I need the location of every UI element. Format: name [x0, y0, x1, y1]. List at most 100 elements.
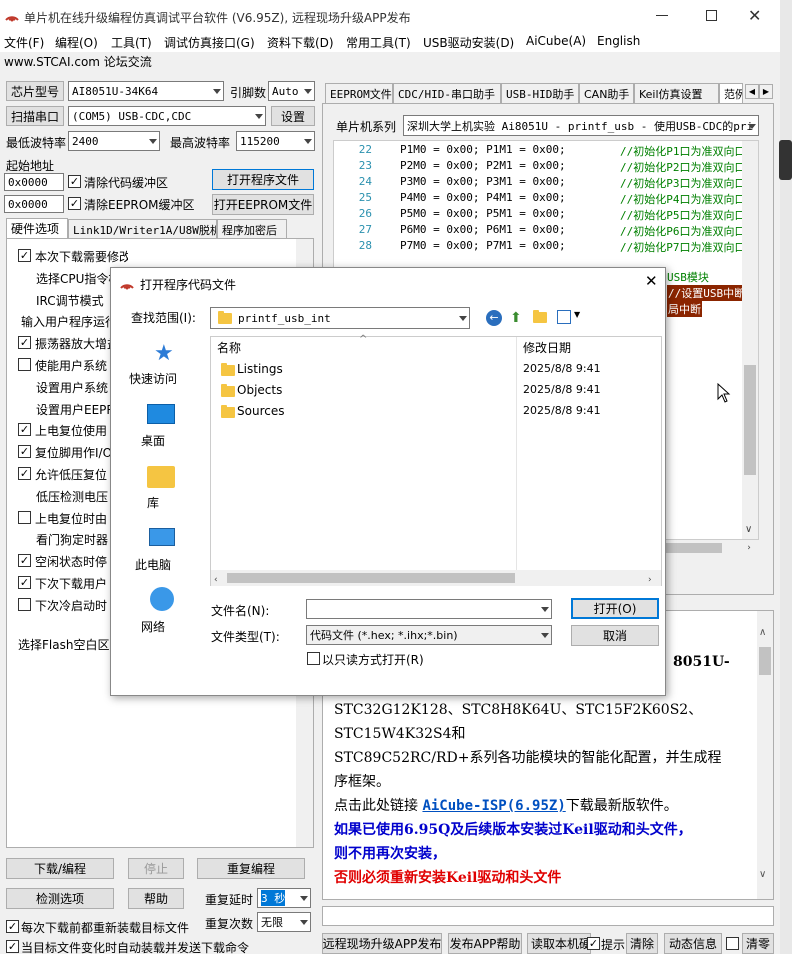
- minimize-icon[interactable]: [656, 15, 668, 16]
- tab-hardware-options[interactable]: 硬件选项: [6, 218, 68, 238]
- back-icon[interactable]: ←: [486, 310, 502, 326]
- tab-offline[interactable]: Link1D/Writer1A/U8W脱机: [68, 219, 217, 239]
- close-icon[interactable]: ✕: [645, 272, 658, 290]
- option-checkbox[interactable]: ✓: [18, 249, 31, 262]
- file-row[interactable]: Objects 2025/8/8 9:41: [211, 382, 659, 402]
- dynamic-info-button[interactable]: 动态信息: [664, 933, 722, 954]
- menu-program[interactable]: 编程(O): [55, 34, 98, 51]
- reload-each-checkbox[interactable]: ✓: [6, 920, 19, 933]
- tab-scroll-left-icon[interactable]: ◀: [745, 84, 759, 99]
- menu-english[interactable]: English: [597, 34, 640, 48]
- open-program-file-button[interactable]: 打开程序文件: [212, 169, 314, 190]
- file-row[interactable]: Listings 2025/8/8 9:41: [211, 361, 659, 381]
- library-icon[interactable]: [147, 466, 175, 488]
- tab-examples[interactable]: 范例: [719, 83, 743, 103]
- maximize-icon[interactable]: [706, 10, 717, 21]
- place-library[interactable]: 库: [113, 494, 193, 511]
- menu-download[interactable]: 资料下载(D): [267, 34, 334, 51]
- option-checkbox[interactable]: ✓: [18, 423, 31, 437]
- network-icon[interactable]: [150, 587, 174, 611]
- tab-scroll-right-icon[interactable]: ▶: [759, 84, 773, 99]
- repeat-count-select[interactable]: 无限: [257, 912, 311, 932]
- option-checkbox[interactable]: ✓: [18, 576, 31, 589]
- chevron-down-icon[interactable]: ▼: [574, 310, 580, 319]
- scroll-right-icon[interactable]: ›: [740, 540, 758, 556]
- filename-input[interactable]: [306, 599, 552, 619]
- close-icon[interactable]: ✕: [748, 6, 761, 25]
- series-select[interactable]: 深圳大学上机实验 Ai8051U - printf_usb - 使用USB-CD…: [403, 115, 759, 136]
- chip-model-select[interactable]: AI8051U-34K64: [68, 81, 224, 101]
- repeat-program-button[interactable]: 重复编程: [197, 858, 305, 879]
- tab-can[interactable]: CAN助手: [579, 83, 634, 103]
- scroll-left-icon[interactable]: ‹: [214, 575, 218, 585]
- remote-upgrade-button[interactable]: 远程现场升级APP发布: [322, 933, 442, 954]
- status-input[interactable]: [322, 906, 774, 926]
- site-link[interactable]: www.STCAI.com 论坛交流: [4, 53, 152, 70]
- place-quick-access[interactable]: 快速访问: [113, 370, 193, 387]
- readonly-checkbox[interactable]: [307, 652, 320, 665]
- cancel-button[interactable]: 取消: [571, 625, 659, 646]
- place-desktop[interactable]: 桌面: [113, 432, 193, 449]
- new-folder-icon[interactable]: [533, 310, 547, 326]
- file-row[interactable]: Sources 2025/8/8 9:41: [211, 403, 659, 423]
- clear-code-checkbox[interactable]: ✓: [68, 175, 81, 188]
- pin-count-select[interactable]: Auto: [268, 81, 315, 101]
- scroll-down-icon[interactable]: ∨: [745, 524, 752, 535]
- scroll-down-icon[interactable]: ∨: [759, 869, 766, 880]
- auto-reload-checkbox[interactable]: ✓: [6, 940, 19, 953]
- option-checkbox[interactable]: [18, 510, 31, 524]
- settings-button[interactable]: 设置: [271, 106, 315, 126]
- option-checkbox[interactable]: ✓: [18, 467, 31, 480]
- tab-cdc-hid[interactable]: CDC/HID-串口助手: [393, 83, 501, 103]
- option-checkbox[interactable]: [18, 597, 31, 611]
- filetype-select[interactable]: 代码文件 (*.hex; *.ihx;*.bin): [306, 625, 552, 645]
- publish-help-button[interactable]: 发布APP帮助: [448, 933, 522, 954]
- column-date[interactable]: 修改日期: [523, 339, 571, 356]
- clear-eeprom-checkbox[interactable]: ✓: [68, 197, 81, 210]
- tab-usb-hid[interactable]: USB-HID助手: [501, 83, 579, 103]
- scroll-right-icon[interactable]: ›: [648, 575, 652, 585]
- tab-encryption[interactable]: 程序加密后: [217, 219, 287, 239]
- option-checkbox[interactable]: [18, 358, 31, 371]
- open-eeprom-file-button[interactable]: 打开EEPROM文件: [212, 194, 314, 215]
- info-vscroll-thumb[interactable]: [759, 647, 771, 675]
- help-button[interactable]: 帮助: [128, 888, 184, 909]
- reset-count-button[interactable]: 清零: [742, 933, 774, 954]
- read-hardware-button[interactable]: 读取本机硬: [527, 933, 591, 954]
- aicube-download-link[interactable]: AiCube-ISP(6.95Z): [422, 798, 565, 814]
- scan-port-button[interactable]: 扫描串口: [6, 106, 64, 126]
- code-vscroll-thumb[interactable]: [744, 365, 756, 475]
- option-checkbox[interactable]: ✓: [18, 554, 31, 568]
- file-list-hscroll-thumb[interactable]: [227, 573, 515, 583]
- computer-icon[interactable]: [149, 528, 175, 546]
- place-this-pc[interactable]: 此电脑: [113, 556, 193, 573]
- repeat-delay-select[interactable]: 3 秒: [257, 888, 311, 908]
- open-button[interactable]: 打开(O): [571, 598, 659, 619]
- column-name[interactable]: 名称: [217, 339, 241, 356]
- menu-aicube[interactable]: AiCube(A): [526, 34, 586, 48]
- stop-button[interactable]: 停止: [128, 858, 184, 879]
- menu-usb-driver[interactable]: USB驱动安装(D): [423, 34, 514, 51]
- code-address-input[interactable]: 0x0000: [4, 173, 64, 191]
- up-folder-icon[interactable]: ⬆: [510, 310, 522, 326]
- clear-button[interactable]: 清除: [626, 933, 658, 954]
- menu-file[interactable]: 文件(F): [4, 34, 44, 51]
- detect-options-button[interactable]: 检测选项: [6, 888, 114, 909]
- option-checkbox[interactable]: ✓: [18, 336, 31, 350]
- min-baud-select[interactable]: 2400: [68, 131, 160, 151]
- max-baud-select[interactable]: 115200: [236, 131, 315, 151]
- place-network[interactable]: 网络: [113, 618, 193, 635]
- tab-eeprom-file[interactable]: EEPROM文件: [325, 83, 393, 103]
- tab-keil[interactable]: Keil仿真设置: [634, 83, 719, 103]
- code-vscrollbar[interactable]: [742, 141, 758, 539]
- dynamic-info-checkbox[interactable]: [726, 937, 739, 950]
- desktop-icon[interactable]: [147, 404, 175, 424]
- view-menu-icon[interactable]: [557, 310, 571, 324]
- port-select[interactable]: (COM5) USB-CDC,CDC: [68, 106, 266, 126]
- menu-debug[interactable]: 调试仿真接口(G): [164, 34, 255, 51]
- menu-common-tools[interactable]: 常用工具(T): [346, 34, 411, 51]
- quick-access-icon[interactable]: ★: [154, 341, 174, 366]
- look-in-select[interactable]: printf_usb_int: [210, 307, 470, 329]
- option-checkbox[interactable]: ✓: [18, 445, 31, 459]
- chip-model-button[interactable]: 芯片型号: [6, 81, 64, 101]
